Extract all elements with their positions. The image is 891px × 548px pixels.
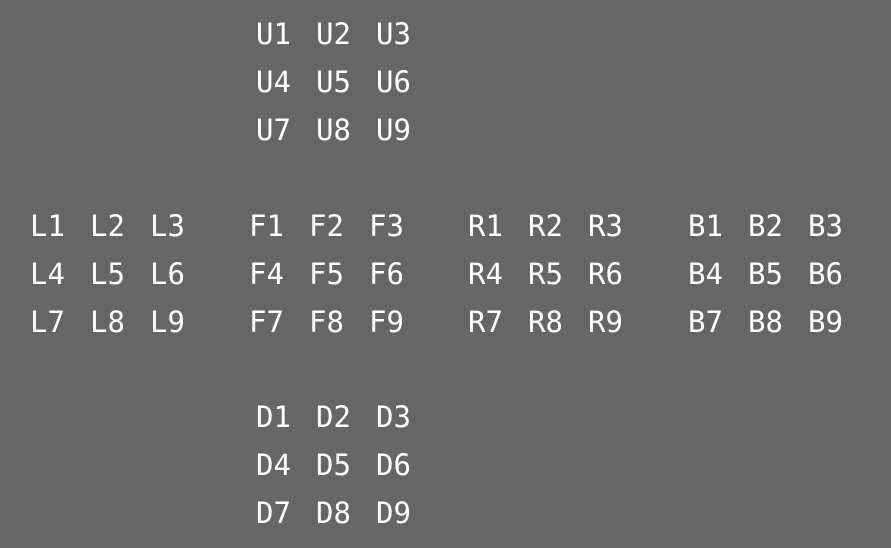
face-f-row: F4 F5 F6 <box>249 250 429 298</box>
sticker-label: L7 <box>30 304 65 339</box>
sticker-label: F5 <box>309 256 344 291</box>
sticker-label: F2 <box>309 208 344 243</box>
face-d-row: D7 D8 D9 <box>256 489 436 537</box>
sticker-label: U8 <box>316 112 351 147</box>
sticker-label: R4 <box>468 256 503 291</box>
sticker-label: D7 <box>256 495 291 530</box>
sticker-label: R1 <box>468 208 503 243</box>
face-l-row: L4 L5 L6 <box>30 250 210 298</box>
sticker-label: D6 <box>376 447 411 482</box>
face-up: U1 U2 U3 U4 U5 U6 U7 U8 U9 <box>256 10 436 154</box>
sticker-label: U2 <box>316 16 351 51</box>
face-u-row: U1 U2 U3 <box>256 10 436 58</box>
sticker-label: D9 <box>376 495 411 530</box>
sticker-label: D4 <box>256 447 291 482</box>
sticker-label: L9 <box>150 304 185 339</box>
sticker-label: U9 <box>376 112 411 147</box>
sticker-label: F8 <box>309 304 344 339</box>
face-f-row: F7 F8 F9 <box>249 298 429 346</box>
sticker-label: R8 <box>528 304 563 339</box>
sticker-label: L2 <box>90 208 125 243</box>
sticker-label: D1 <box>256 399 291 434</box>
sticker-label: L8 <box>90 304 125 339</box>
sticker-label: B8 <box>748 304 783 339</box>
face-down: D1 D2 D3 D4 D5 D6 D7 D8 D9 <box>256 393 436 537</box>
face-left: L1 L2 L3 L4 L5 L6 L7 L8 L9 <box>30 202 210 346</box>
sticker-label: L5 <box>90 256 125 291</box>
sticker-label: U5 <box>316 64 351 99</box>
sticker-label: L6 <box>150 256 185 291</box>
sticker-label: F9 <box>369 304 404 339</box>
sticker-label: L4 <box>30 256 65 291</box>
face-l-row: L1 L2 L3 <box>30 202 210 250</box>
sticker-label: R5 <box>528 256 563 291</box>
face-b-row: B1 B2 B3 <box>688 202 868 250</box>
sticker-label: D5 <box>316 447 351 482</box>
sticker-label: F6 <box>369 256 404 291</box>
face-d-row: D1 D2 D3 <box>256 393 436 441</box>
sticker-label: R7 <box>468 304 503 339</box>
sticker-label: D8 <box>316 495 351 530</box>
face-u-row: U4 U5 U6 <box>256 58 436 106</box>
sticker-label: L3 <box>150 208 185 243</box>
face-r-row: R7 R8 R9 <box>468 298 648 346</box>
sticker-label: D3 <box>376 399 411 434</box>
face-b-row: B7 B8 B9 <box>688 298 868 346</box>
face-f-row: F1 F2 F3 <box>249 202 429 250</box>
face-right: R1 R2 R3 R4 R5 R6 R7 R8 R9 <box>468 202 648 346</box>
sticker-label: B3 <box>808 208 843 243</box>
face-r-row: R1 R2 R3 <box>468 202 648 250</box>
sticker-label: D2 <box>316 399 351 434</box>
sticker-label: U7 <box>256 112 291 147</box>
face-u-row: U7 U8 U9 <box>256 106 436 154</box>
sticker-label: F4 <box>249 256 284 291</box>
sticker-label: U1 <box>256 16 291 51</box>
sticker-label: U4 <box>256 64 291 99</box>
sticker-label: R9 <box>588 304 623 339</box>
face-l-row: L7 L8 L9 <box>30 298 210 346</box>
face-d-row: D4 D5 D6 <box>256 441 436 489</box>
sticker-label: R6 <box>588 256 623 291</box>
sticker-label: B7 <box>688 304 723 339</box>
sticker-label: F3 <box>369 208 404 243</box>
sticker-label: R3 <box>588 208 623 243</box>
face-front: F1 F2 F3 F4 F5 F6 F7 F8 F9 <box>249 202 429 346</box>
sticker-label: F1 <box>249 208 284 243</box>
sticker-label: U6 <box>376 64 411 99</box>
sticker-label: U3 <box>376 16 411 51</box>
face-back: B1 B2 B3 B4 B5 B6 B7 B8 B9 <box>688 202 868 346</box>
face-r-row: R4 R5 R6 <box>468 250 648 298</box>
sticker-label: B5 <box>748 256 783 291</box>
sticker-label: B6 <box>808 256 843 291</box>
sticker-label: R2 <box>528 208 563 243</box>
sticker-label: B2 <box>748 208 783 243</box>
sticker-label: F7 <box>249 304 284 339</box>
sticker-label: B1 <box>688 208 723 243</box>
sticker-label: L1 <box>30 208 65 243</box>
face-b-row: B4 B5 B6 <box>688 250 868 298</box>
sticker-label: B4 <box>688 256 723 291</box>
sticker-label: B9 <box>808 304 843 339</box>
